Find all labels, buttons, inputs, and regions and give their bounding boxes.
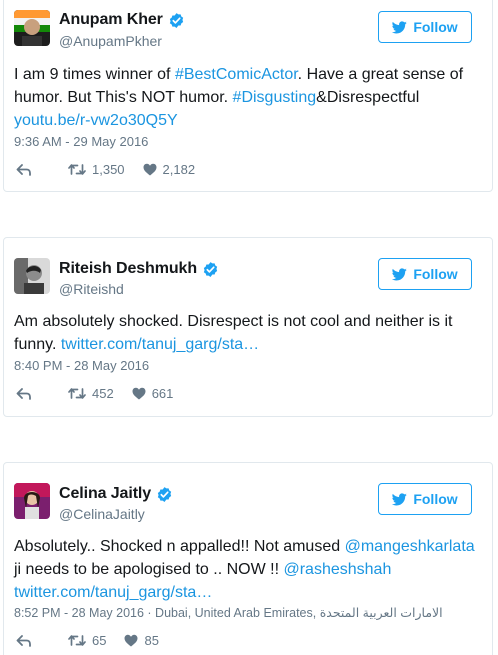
- twitter-bird-icon: [392, 492, 408, 505]
- follow-label: Follow: [413, 266, 458, 282]
- follow-button[interactable]: Follow: [378, 11, 472, 43]
- author-row: Celina Jaitly: [59, 485, 173, 503]
- reply-button[interactable]: [16, 387, 50, 400]
- tweet-text-segment: I am 9 times winner of: [14, 66, 175, 83]
- tweet-timestamp[interactable]: 9:36 AM - 29 May 2016: [14, 134, 148, 149]
- avatar[interactable]: [14, 10, 50, 46]
- retweet-icon: [68, 635, 86, 646]
- tweet-link[interactable]: twitter.com/tanuj_garg/sta…: [61, 336, 259, 353]
- tweet-link[interactable]: twitter.com/tanuj_garg/sta…: [14, 584, 212, 601]
- follow-button[interactable]: Follow: [378, 258, 472, 290]
- tweet-text-segment: &Disrespectful: [316, 89, 420, 106]
- follow-label: Follow: [413, 491, 458, 507]
- heart-icon: [124, 634, 138, 647]
- reply-icon: [16, 163, 31, 176]
- heart-icon: [143, 163, 157, 176]
- author-name[interactable]: Celina Jaitly: [59, 485, 151, 503]
- tweet-link[interactable]: @mangeshkarlata: [345, 538, 475, 555]
- author-row: Riteish Deshmukh: [59, 260, 219, 278]
- tweet-link[interactable]: @rasheshshah: [283, 561, 391, 578]
- retweet-icon: [68, 388, 86, 399]
- tweet-timestamp[interactable]: 8:52 PM - 28 May 2016 · Dubai, United Ar…: [14, 605, 443, 620]
- tweet-card: Anupam Kher @AnupamPkher Follow I am 9 t…: [3, 0, 493, 192]
- follow-label: Follow: [413, 19, 458, 35]
- author-row: Anupam Kher: [59, 11, 185, 29]
- avatar[interactable]: [14, 258, 50, 294]
- twitter-bird-icon: [392, 20, 408, 33]
- reply-icon: [16, 634, 31, 647]
- like-button[interactable]: 85: [124, 633, 159, 648]
- author-handle[interactable]: @Riteishd: [59, 281, 124, 297]
- follow-button[interactable]: Follow: [378, 483, 472, 515]
- retweet-icon: [68, 164, 86, 175]
- tweet-link[interactable]: youtu.be/r-vw2o30Q5Y: [14, 112, 178, 129]
- retweet-count: 1,350: [92, 162, 125, 177]
- tweet-link[interactable]: #Disgusting: [233, 89, 317, 106]
- tweet-text-segment: Absolutely.. Shocked n appalled!! Not am…: [14, 538, 345, 555]
- retweet-button[interactable]: 452: [68, 386, 114, 401]
- like-button[interactable]: 2,182: [143, 162, 196, 177]
- retweet-count: 65: [92, 633, 107, 648]
- tweet-link[interactable]: #BestComicActor: [175, 66, 298, 83]
- author-handle[interactable]: @AnupamPkher: [59, 33, 162, 49]
- tweet-actions: 65 85: [16, 633, 177, 648]
- like-count: 85: [144, 633, 159, 648]
- author-handle[interactable]: @CelinaJaitly: [59, 506, 145, 522]
- retweet-button[interactable]: 1,350: [68, 162, 125, 177]
- tweet-text-segment: ji needs to be apologised to .. NOW !!: [14, 561, 284, 578]
- author-name[interactable]: Riteish Deshmukh: [59, 260, 197, 278]
- retweet-count: 452: [92, 386, 114, 401]
- like-button[interactable]: 661: [132, 386, 174, 401]
- reply-icon: [16, 387, 31, 400]
- tweet-actions: 452 661: [16, 386, 191, 401]
- tweet-card: Riteish Deshmukh @Riteishd Follow Am abs…: [3, 237, 493, 417]
- like-count: 2,182: [162, 162, 196, 177]
- tweet-actions: 1,350 2,182: [16, 162, 213, 177]
- tweet-timestamp[interactable]: 8:40 PM - 28 May 2016: [14, 358, 149, 373]
- heart-icon: [132, 387, 146, 400]
- tweet-text: Absolutely.. Shocked n appalled!! Not am…: [14, 535, 480, 604]
- avatar[interactable]: [14, 483, 50, 519]
- twitter-bird-icon: [392, 267, 408, 280]
- verified-badge-icon: [203, 261, 218, 277]
- tweet-text: I am 9 times winner of #BestComicActor. …: [14, 63, 480, 132]
- tweet-card: Celina Jaitly @CelinaJaitly Follow Absol…: [3, 462, 493, 655]
- verified-badge-icon: [169, 12, 183, 28]
- like-count: 661: [151, 386, 174, 401]
- retweet-button[interactable]: 65: [68, 633, 106, 648]
- verified-badge-icon: [157, 486, 172, 502]
- reply-button[interactable]: [16, 163, 50, 176]
- tweet-text: Am absolutely shocked. Disrespect is not…: [14, 310, 480, 356]
- author-name[interactable]: Anupam Kher: [59, 11, 163, 29]
- reply-button[interactable]: [16, 634, 50, 647]
